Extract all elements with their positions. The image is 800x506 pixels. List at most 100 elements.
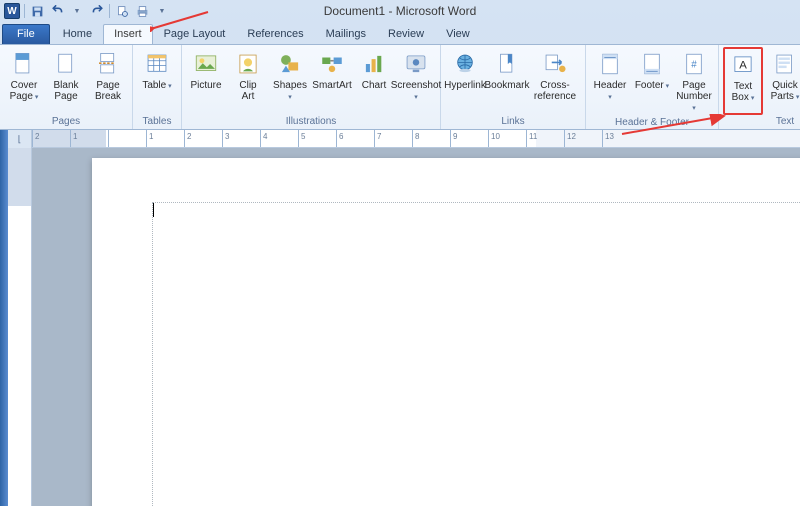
group-label: Tables — [137, 115, 177, 129]
ribbon-insert: Cover Page ▾ Blank Page Page Break Pages Tab… — [0, 44, 800, 130]
tab-view[interactable]: View — [435, 24, 481, 44]
shapes-button[interactable]: Shapes ▾ — [270, 47, 310, 115]
ribbon-group-header-footer: Header ▾ Footer ▾ # Page Number ▾ Header & F… — [586, 45, 719, 129]
window-title: Document1 - Microsoft Word — [324, 4, 477, 18]
blank-page-icon — [51, 50, 81, 78]
ribbon-group-illustrations: Picture Clip Art Shapes ▾SmartArt Chart Scre… — [182, 45, 441, 129]
page[interactable] — [92, 158, 800, 506]
cover-page-icon — [9, 50, 39, 78]
horizontal-ruler[interactable]: 2112345678910111213 — [32, 130, 800, 147]
group-label: Pages — [4, 115, 128, 129]
tab-page-layout[interactable]: Page Layout — [153, 24, 237, 44]
table-label: Table ▾ — [142, 80, 171, 91]
ribbon-tabs: File HomeInsertPage LayoutReferencesMail… — [0, 22, 800, 44]
screenshot-button[interactable]: Screenshot ▾ — [396, 47, 436, 115]
smartart-button[interactable]: SmartArt — [312, 47, 352, 115]
left-gutter-bar — [0, 130, 8, 506]
document-area: ⌊ 2112345678910111213 1212345678910 — [0, 130, 800, 506]
svg-text:A: A — [739, 59, 747, 71]
ribbon-group-text: AText Box ▾Quick Parts ▾AWordArt ▾Text — [719, 45, 800, 129]
table-button[interactable]: Table ▾ — [137, 47, 177, 115]
chart-icon — [359, 50, 389, 78]
tab-file[interactable]: File — [2, 24, 50, 44]
vertical-ruler[interactable]: 1212345678910 — [8, 148, 31, 506]
group-label: Links — [445, 115, 581, 129]
clip-art-button[interactable]: Clip Art — [228, 47, 268, 115]
picture-label: Picture — [190, 80, 221, 91]
picture-button[interactable]: Picture — [186, 47, 226, 115]
text-box-icon: A — [728, 51, 758, 79]
page-margin-guide — [152, 202, 800, 506]
screenshot-label: Screenshot ▾ — [391, 80, 442, 102]
page-number-label: Page Number ▾ — [675, 80, 713, 113]
smartart-icon — [317, 50, 347, 78]
qat-separator-2 — [109, 4, 110, 18]
bookmark-button[interactable]: Bookmark — [487, 47, 527, 115]
header-label: Header ▾ — [591, 80, 629, 102]
quick-parts-button[interactable]: Quick Parts ▾ — [765, 47, 800, 115]
page-break-label: Page Break — [95, 80, 121, 102]
footer-icon — [637, 50, 667, 78]
page-number-button[interactable]: # Page Number ▾ — [674, 47, 714, 116]
tab-home[interactable]: Home — [52, 24, 103, 44]
cover-page-label: Cover Page ▾ — [10, 80, 39, 102]
hyperlink-label: Hyperlink — [444, 80, 486, 91]
text-box-button[interactable]: A Text Box ▾ — [723, 47, 763, 115]
clip-art-icon — [233, 50, 263, 78]
horizontal-ruler-row: ⌊ 2112345678910111213 — [8, 130, 800, 148]
group-label: Illustrations — [186, 115, 436, 129]
clip-art-label: Clip Art — [239, 80, 256, 102]
bookmark-label: Bookmark — [485, 80, 530, 91]
tab-references[interactable]: References — [236, 24, 314, 44]
group-label: Header & Footer — [590, 116, 714, 130]
tab-mailings[interactable]: Mailings — [315, 24, 377, 44]
blank-page-button[interactable]: Blank Page — [46, 47, 86, 115]
page-break-button[interactable]: Page Break — [88, 47, 128, 115]
table-icon — [142, 50, 172, 78]
footer-label: Footer ▾ — [635, 80, 669, 91]
document-canvas[interactable] — [32, 148, 800, 506]
ribbon-group-tables: Table ▾ Tables — [133, 45, 182, 129]
svg-text:#: # — [691, 59, 697, 70]
tab-review[interactable]: Review — [377, 24, 435, 44]
hyperlink-icon — [450, 50, 480, 78]
shapes-icon — [275, 50, 305, 78]
chart-label: Chart — [362, 80, 386, 91]
page-number-icon: # — [679, 50, 709, 78]
print-preview-icon[interactable] — [114, 3, 130, 19]
ruler-corner-icon[interactable]: ⌊ — [8, 130, 32, 148]
qat-separator — [24, 4, 25, 18]
quick-access-toolbar: W ▼ ▼ — [4, 3, 170, 19]
redo-icon[interactable] — [89, 3, 105, 19]
text-cursor — [153, 203, 154, 217]
title-bar: W ▼ ▼ Document1 - Microsoft Word — [0, 0, 800, 22]
shapes-label: Shapes ▾ — [271, 80, 309, 102]
chart-button[interactable]: Chart — [354, 47, 394, 115]
tab-insert[interactable]: Insert — [103, 24, 153, 44]
word-app-icon[interactable]: W — [4, 3, 20, 19]
undo-icon[interactable] — [49, 3, 65, 19]
header-button[interactable]: Header ▾ — [590, 47, 630, 116]
quick-print-icon[interactable] — [134, 3, 150, 19]
header-icon — [595, 50, 625, 78]
quick-parts-label: Quick Parts ▾ — [771, 80, 800, 102]
cross-reference-icon — [540, 50, 570, 78]
undo-dropdown-icon[interactable]: ▼ — [69, 3, 85, 19]
bookmark-icon — [492, 50, 522, 78]
blank-page-label: Blank Page — [53, 80, 78, 102]
cover-page-button[interactable]: Cover Page ▾ — [4, 47, 44, 115]
vertical-ruler-column: 1212345678910 — [8, 148, 32, 506]
page-break-icon — [93, 50, 123, 78]
ribbon-group-links: HyperlinkBookmarkCross-referenceLinks — [441, 45, 586, 129]
quick-parts-icon — [770, 50, 800, 78]
footer-button[interactable]: Footer ▾ — [632, 47, 672, 116]
ribbon-group-pages: Cover Page ▾ Blank Page Page Break Pages — [0, 45, 133, 129]
picture-icon — [191, 50, 221, 78]
hyperlink-button[interactable]: Hyperlink — [445, 47, 485, 115]
cross-reference-button[interactable]: Cross-reference — [529, 47, 581, 115]
screenshot-icon — [401, 50, 431, 78]
qat-customize-icon[interactable]: ▼ — [154, 3, 170, 19]
smartart-label: SmartArt — [312, 80, 351, 91]
save-icon[interactable] — [29, 3, 45, 19]
text-box-label: Text Box ▾ — [732, 81, 755, 103]
